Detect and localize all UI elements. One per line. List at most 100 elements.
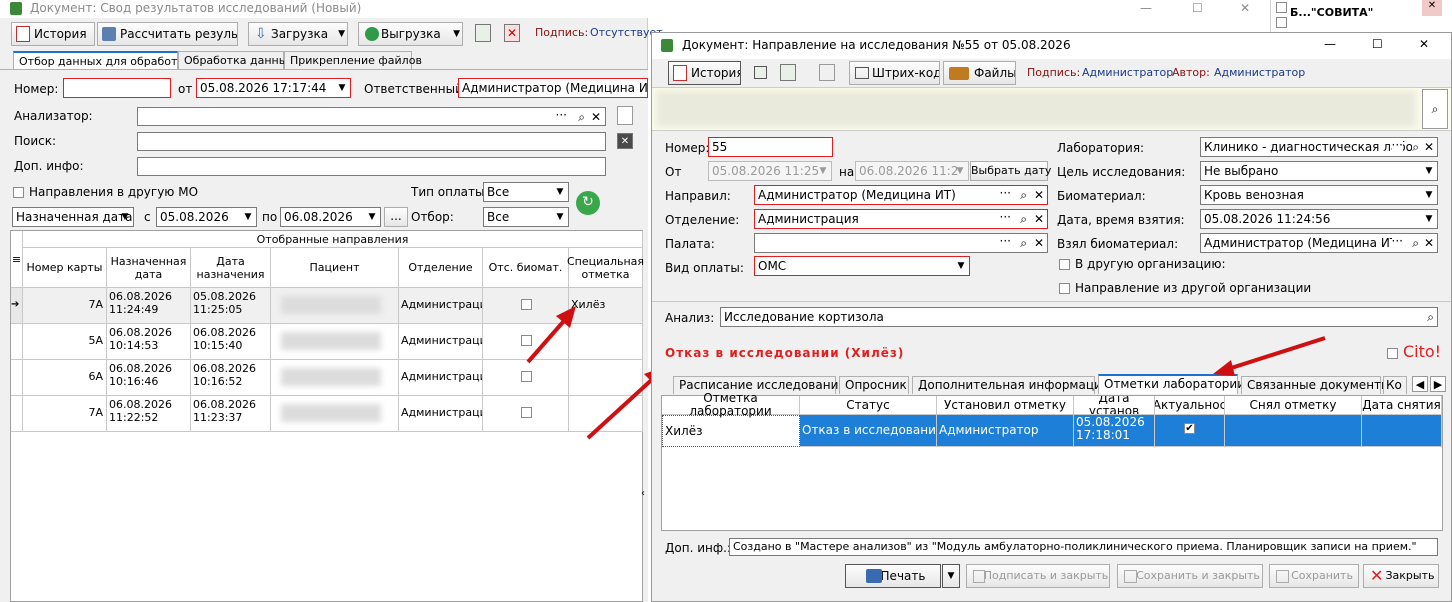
row-assigned-date[interactable]: 06.08.2026 10:16:46 (107, 360, 191, 396)
chevron-down-icon[interactable]: ▼ (1421, 210, 1437, 228)
row-appointment-date[interactable]: 06.08.2026 10:16:52 (191, 360, 271, 396)
from-other-org-checkbox[interactable] (1059, 283, 1070, 294)
table-row[interactable]: 7А (23, 396, 107, 432)
row-special-mark[interactable]: Хилёз (569, 288, 643, 324)
ellipsis-icon[interactable]: ··· (1000, 210, 1011, 226)
search-icon[interactable]: ⌕ (1422, 89, 1448, 129)
search-icon[interactable]: ⌕ (1427, 308, 1434, 326)
other-org-checkbox[interactable] (1059, 259, 1070, 270)
responsible-field[interactable]: Администратор (Медицина ИТ) (458, 78, 648, 98)
sign-close-button[interactable]: Подписать и закрыть (966, 564, 1110, 588)
row-set-date[interactable]: 05.08.2026 17:18:01 (1074, 415, 1155, 447)
no-biomat-checkbox[interactable] (521, 371, 532, 382)
row-status[interactable]: Отказ в исследовании (800, 415, 937, 447)
search-icon[interactable]: ⌕ (1412, 138, 1419, 156)
row-assigned-date[interactable]: 06.08.2026 10:14:53 (107, 324, 191, 360)
ellipsis-icon[interactable]: ··· (556, 108, 567, 124)
lab-field[interactable]: Клинико - диагностическая лабо ··· ⌕ ✕ (1200, 137, 1438, 157)
chevron-down-icon[interactable]: ▼ (1421, 186, 1437, 204)
period-button[interactable]: ... (384, 207, 408, 227)
print-button[interactable]: Печать (845, 564, 941, 588)
files-button[interactable]: Файлы (943, 61, 1016, 85)
row-appointment-date[interactable]: 05.08.2026 11:25:05 (191, 288, 271, 324)
search-input[interactable] (137, 132, 606, 151)
date-from-field[interactable]: 05.08.2026 ▼ (156, 207, 257, 227)
row-selector[interactable]: ➔ (11, 288, 23, 324)
filter-select[interactable]: Все ▼ (483, 207, 569, 227)
chevron-down-icon[interactable]: ▼ (552, 208, 568, 226)
extra-info-field[interactable] (137, 157, 606, 176)
clear-icon[interactable]: ✕ (1034, 186, 1044, 204)
tab-questionnaire[interactable]: Опросник (839, 376, 909, 394)
ellipsis-icon[interactable]: ··· (1000, 234, 1011, 250)
payment-select[interactable]: ОМС ▼ (754, 256, 970, 276)
row-patient[interactable] (271, 396, 399, 432)
analysis-field[interactable]: Исследование кортизола ⌕ (720, 307, 1438, 327)
close-icon[interactable]: ✕ (1240, 0, 1250, 16)
col-patient[interactable]: Пациент (271, 248, 399, 288)
clear-icon[interactable]: ✕ (591, 108, 601, 125)
row-assigned-date[interactable]: 06.08.2026 11:24:49 (107, 288, 191, 324)
row-patient[interactable] (271, 288, 399, 324)
clear-icon[interactable]: ✕ (1034, 234, 1044, 252)
row-patient[interactable] (271, 360, 399, 396)
col-appointment-date[interactable]: Дата назначения (191, 248, 271, 288)
tab-more[interactable]: Ко (1383, 376, 1407, 394)
col-card-number[interactable]: Номер карты (23, 248, 107, 288)
search-icon[interactable]: ⌕ (1412, 234, 1419, 252)
col-removed-date[interactable]: Дата снятия (1362, 396, 1442, 415)
row-department[interactable]: Администрация (399, 324, 483, 360)
search-icon[interactable]: ⌕ (1020, 186, 1027, 204)
col-set-date[interactable]: Дата установ (1074, 396, 1155, 415)
chevron-down-icon[interactable]: ▼ (1421, 162, 1437, 180)
chevron-down-icon[interactable]: ▼ (953, 257, 969, 275)
col-lab-mark[interactable]: Отметка лаборатории (662, 392, 800, 418)
col-no-biomat[interactable]: Отс. биомат. (483, 248, 569, 288)
refresh-icon[interactable]: ↻ (576, 191, 600, 215)
table-row[interactable]: 7А (23, 288, 107, 324)
tab-scroll-right-icon[interactable]: ▶ (1430, 376, 1446, 392)
save-close-button[interactable]: Сохранить и закрыть (1117, 564, 1263, 588)
row-actual[interactable]: ✔ (1155, 415, 1225, 447)
edit-document-icon[interactable] (617, 106, 633, 125)
chevron-down-icon[interactable]: ▼ (364, 208, 380, 226)
no-biomat-checkbox[interactable] (521, 407, 532, 418)
row-removed-date[interactable] (1362, 415, 1442, 447)
row-assigned-date[interactable]: 06.08.2026 11:22:52 (107, 396, 191, 432)
cito-checkbox[interactable] (1387, 348, 1398, 359)
maximize-icon[interactable]: ☐ (1372, 37, 1383, 51)
number-field[interactable] (63, 78, 171, 98)
chevron-down-icon[interactable]: ▼ (552, 183, 568, 201)
row-department[interactable]: Администрация (399, 360, 483, 396)
tab-data-processing[interactable]: Обработка данных (178, 51, 294, 69)
tab-data-selection[interactable]: Отбор данных для обработки (13, 51, 191, 69)
row-patient[interactable] (271, 324, 399, 360)
search-icon[interactable]: ⌕ (1020, 210, 1027, 228)
biomaterial-select[interactable]: Кровь венозная ▼ (1200, 185, 1438, 205)
tab-additional-info[interactable]: Дополнительная информация (912, 376, 1109, 394)
col-set-by[interactable]: Установил отметку (937, 396, 1074, 415)
clear-icon[interactable]: ✕ (1034, 210, 1044, 228)
col-actual[interactable]: Актуальнос (1155, 396, 1225, 415)
chevron-down-icon[interactable]: ▼ (240, 208, 256, 226)
row-selector[interactable] (11, 360, 23, 396)
number-field[interactable]: 55 (708, 137, 833, 157)
table-row[interactable]: Хилёз (662, 415, 800, 447)
row-appointment-date[interactable]: 06.08.2026 10:15:40 (191, 324, 271, 360)
author-value[interactable]: Администратор (1214, 66, 1305, 79)
row-selector[interactable] (11, 396, 23, 432)
col-special-mark[interactable]: Специальная отметка (567, 248, 644, 288)
row-department[interactable]: Администрация (399, 396, 483, 432)
row-no-biomat[interactable] (483, 396, 569, 432)
extra-info-field[interactable]: Создано в "Мастере анализов" из "Модуль … (729, 538, 1438, 556)
row-removed-by[interactable] (1225, 415, 1362, 447)
clear-icon[interactable]: ✕ (1423, 234, 1434, 252)
history-button[interactable]: История (668, 61, 741, 85)
ellipsis-icon[interactable]: ··· (1000, 186, 1011, 202)
sent-by-field[interactable]: Администратор (Медицина ИТ) ··· ⌕ ✕ (754, 185, 1048, 205)
row-appointment-date[interactable]: 06.08.2026 11:23:37 (191, 396, 271, 432)
col-status[interactable]: Статус (800, 396, 937, 415)
cancel-document-icon[interactable] (819, 64, 835, 81)
date-to-field[interactable]: 06.08.2026 ▼ (280, 207, 381, 227)
table-row[interactable]: 6А (23, 360, 107, 396)
